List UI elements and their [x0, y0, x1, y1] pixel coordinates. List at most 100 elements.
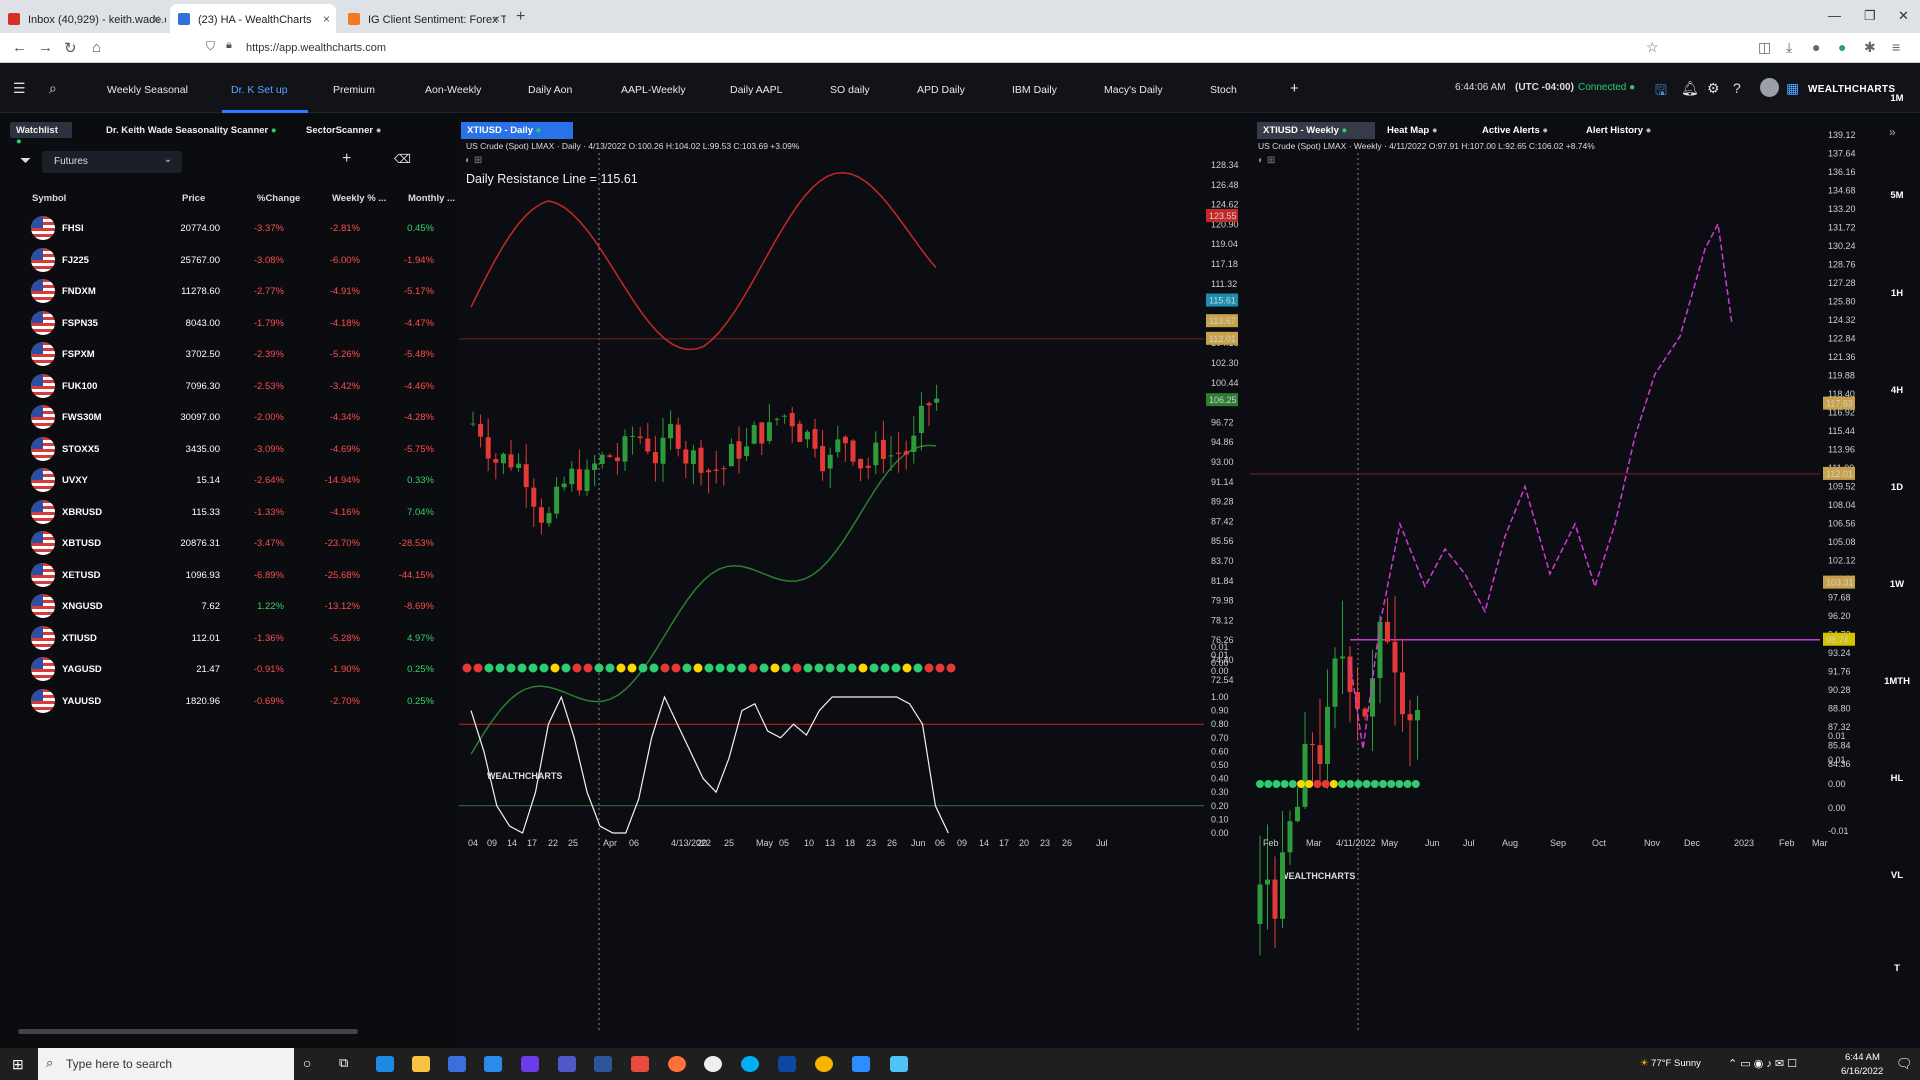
- eraser-icon[interactable]: ⌫: [394, 152, 411, 166]
- app-icon[interactable]: [778, 1056, 796, 1072]
- new-tab-button[interactable]: +: [516, 8, 525, 26]
- table-row[interactable]: FSPXM 3702.50 -2.39% -5.26% -5.48%: [0, 337, 459, 368]
- browser-tab-gmail[interactable]: Inbox (40,929) - keith.wade.dbz ×: [0, 4, 166, 33]
- table-row[interactable]: XETUSD 1096.93 -6.89% -25.68% -44.15%: [0, 558, 459, 589]
- app-icon[interactable]: [521, 1056, 539, 1072]
- task-view-icon[interactable]: ⧉: [339, 1055, 348, 1071]
- tab-so-daily[interactable]: SO daily: [830, 84, 870, 96]
- tab-ibm-daily[interactable]: IBM Daily: [1012, 84, 1057, 96]
- skype-icon[interactable]: [741, 1056, 759, 1072]
- menu-icon[interactable]: ≡: [1892, 39, 1900, 55]
- taskbar-search-input[interactable]: ⌕ Type here to search: [38, 1048, 294, 1080]
- col-weekly[interactable]: Weekly % ...: [332, 193, 386, 204]
- extension-icon[interactable]: ●: [1838, 39, 1846, 55]
- app-icon[interactable]: [631, 1056, 649, 1072]
- taskbar-date[interactable]: 6/16/2022: [1841, 1066, 1883, 1077]
- timeframe-4h[interactable]: 4H: [1877, 385, 1917, 396]
- timeframe-1w[interactable]: 1W: [1877, 579, 1917, 590]
- table-row[interactable]: YAGUSD 21.47 -0.91% -1.90% 0.25%: [0, 652, 459, 683]
- timeframe-1m[interactable]: 1M: [1877, 93, 1917, 104]
- tab-apd-daily[interactable]: APD Daily: [917, 84, 965, 96]
- forward-icon[interactable]: →: [38, 39, 53, 56]
- save-icon[interactable]: 🖫︎: [1655, 80, 1667, 104]
- timeframe-5m[interactable]: 5M: [1877, 190, 1917, 201]
- help-icon[interactable]: ?: [1733, 80, 1741, 96]
- notification-icon[interactable]: 🗨︎: [1896, 1056, 1913, 1072]
- avatar-icon[interactable]: [1760, 78, 1779, 97]
- windows-start-icon[interactable]: ⊞: [12, 1056, 24, 1073]
- col-change[interactable]: %Change: [257, 193, 300, 204]
- maximize-button[interactable]: ❐: [1864, 8, 1876, 24]
- tab-watchlist[interactable]: Watchlist ●: [10, 122, 72, 147]
- tab-daily-aon[interactable]: Daily Aon: [528, 84, 572, 96]
- col-symbol[interactable]: Symbol: [32, 193, 66, 204]
- table-row[interactable]: FJ225 25767.00 -3.08% -6.00% -1.94%: [0, 243, 459, 274]
- bell-icon[interactable]: 🔔︎: [1681, 80, 1699, 97]
- search-icon[interactable]: ⌕: [49, 80, 57, 97]
- timeframe-1mth[interactable]: 1MTH: [1877, 676, 1917, 687]
- tab-macys-daily[interactable]: Macy's Daily: [1104, 84, 1163, 96]
- horizontal-scrollbar[interactable]: [18, 1029, 358, 1034]
- table-row[interactable]: XBRUSD 115.33 -1.33% -4.16% 7.04%: [0, 495, 459, 526]
- home-icon[interactable]: ⌂: [92, 39, 101, 56]
- tab-dr-k-setup[interactable]: Dr. K Set up: [231, 84, 288, 96]
- timeframe-hl[interactable]: HL: [1877, 773, 1917, 784]
- extension-icon[interactable]: ✱: [1864, 39, 1876, 56]
- minimize-button[interactable]: —: [1828, 8, 1841, 23]
- download-icon[interactable]: ⤓: [1786, 39, 1792, 56]
- tab-stoch[interactable]: Stoch: [1210, 84, 1237, 96]
- word-icon[interactable]: [594, 1056, 612, 1072]
- url-input[interactable]: https://app.wealthcharts.com: [246, 42, 386, 54]
- table-row[interactable]: FUK100 7096.30 -2.53% -3.42% -4.46%: [0, 369, 459, 400]
- table-row[interactable]: FWS30M 30097.00 -2.00% -4.34% -4.28%: [0, 400, 459, 431]
- window-close-button[interactable]: ✕: [1898, 8, 1909, 24]
- mail-icon[interactable]: [484, 1056, 502, 1072]
- weekly-chart[interactable]: 139.12 137.64 136.16 134.68 133.20 131.72 130.…: [1250, 113, 1871, 1048]
- table-row[interactable]: XTIUSD 112.01 -1.36% -5.28% 4.97%: [0, 621, 459, 652]
- tab-aon-weekly[interactable]: Aon-Weekly: [425, 84, 481, 96]
- timezone[interactable]: (UTC -04:00): [1515, 82, 1574, 93]
- file-explorer-icon[interactable]: [412, 1056, 430, 1072]
- table-row[interactable]: XNGUSD 7.62 1.22% -13.12% -8.69%: [0, 589, 459, 620]
- timeframe-t[interactable]: T: [1877, 963, 1917, 974]
- app-icon[interactable]: [890, 1056, 908, 1072]
- tab-daily-aapl[interactable]: Daily AAPL: [730, 84, 783, 96]
- close-icon[interactable]: ×: [153, 12, 160, 26]
- table-row[interactable]: FSPN35 8043.00 -1.79% -4.18% -4.47%: [0, 306, 459, 337]
- chrome-icon[interactable]: [815, 1056, 833, 1072]
- table-row[interactable]: XBTUSD 20876.31 -3.47% -23.70% -28.53%: [0, 526, 459, 557]
- tab-aapl-weekly[interactable]: AAPL-Weekly: [621, 84, 686, 96]
- system-tray-icons[interactable]: ⌃ ▭ ◉ ♪ ✉ ☐: [1728, 1057, 1797, 1070]
- store-icon[interactable]: [448, 1056, 466, 1072]
- browser-tab-ig[interactable]: IG Client Sentiment: Forex Trad ×: [340, 4, 506, 33]
- col-monthly[interactable]: Monthly ...: [408, 193, 455, 204]
- shield-icon[interactable]: ⛉: [206, 39, 215, 54]
- extension-icon[interactable]: ●: [1812, 39, 1820, 55]
- back-icon[interactable]: ←: [12, 39, 27, 56]
- table-row[interactable]: UVXY 15.14 -2.64% -14.94% 0.33%: [0, 463, 459, 494]
- weather[interactable]: ☀ 77°F Sunny: [1640, 1058, 1701, 1069]
- browser-tab-wealthcharts[interactable]: (23) HA - WealthCharts ×: [170, 4, 336, 33]
- add-symbol-button[interactable]: +: [342, 150, 351, 168]
- pocket-icon[interactable]: ◫: [1758, 39, 1771, 56]
- tab-seasonality-scanner[interactable]: Dr. Keith Wade Seasonality Scanner ●: [100, 122, 283, 138]
- table-row[interactable]: FHSI 20774.00 -3.37% -2.81% 0.45%: [0, 211, 459, 242]
- tab-sector-scanner[interactable]: SectorScanner ●: [300, 122, 387, 138]
- firefox-icon[interactable]: [668, 1056, 686, 1072]
- taskbar-time[interactable]: 6:44 AM: [1845, 1052, 1880, 1063]
- close-icon[interactable]: ×: [493, 12, 500, 26]
- lock-icon[interactable]: 🔒︎: [226, 39, 232, 52]
- close-icon[interactable]: ×: [323, 12, 330, 26]
- timeframe-vl[interactable]: VL: [1877, 870, 1917, 881]
- table-row[interactable]: FNDXM 11278.60 -2.77% -4.91% -5.17%: [0, 274, 459, 305]
- watchlist-select[interactable]: Futures ⌄: [42, 151, 182, 173]
- zoom-icon[interactable]: [852, 1056, 870, 1072]
- daily-chart[interactable]: 128.34126.48124.62120.90119.04117.18111.…: [459, 113, 1250, 1048]
- collapse-panel-icon[interactable]: »: [1889, 125, 1896, 139]
- timeframe-1d[interactable]: 1D: [1877, 482, 1917, 493]
- add-tab-button[interactable]: +: [1290, 80, 1299, 97]
- gear-icon[interactable]: ⚙: [1707, 80, 1720, 97]
- cortana-icon[interactable]: ○: [303, 1055, 311, 1071]
- table-row[interactable]: YAUUSD 1820.96 -0.69% -2.70% 0.25%: [0, 684, 459, 715]
- filter-icon[interactable]: ⏷: [20, 152, 31, 169]
